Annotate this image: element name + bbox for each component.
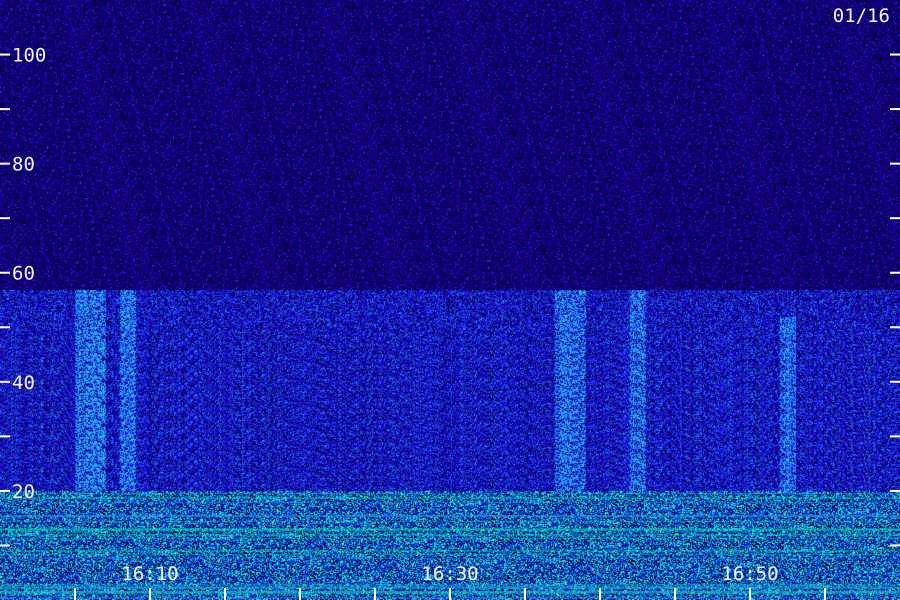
y-tick-label-80: 80	[12, 154, 35, 176]
y-tick-label-60: 60	[12, 263, 35, 285]
y-tick-label-20: 20	[12, 481, 35, 503]
date-label: 01/16	[833, 5, 890, 27]
y-tick-label-100: 100	[12, 45, 46, 67]
y-tick-label-40: 40	[12, 372, 35, 394]
spectrogram-axes: 20 40 60 80 100 16:10 16:30 16:50 01/16	[0, 5, 900, 600]
x-tick-label-1650: 16:50	[721, 563, 778, 585]
x-tick-label-1630: 16:30	[421, 563, 478, 585]
x-tick-label-1610: 16:10	[121, 563, 178, 585]
x-axis-ticks: 16:10 16:30 16:50	[74, 563, 826, 600]
y-axis-ticks: 20 40 60 80 100	[0, 45, 900, 547]
